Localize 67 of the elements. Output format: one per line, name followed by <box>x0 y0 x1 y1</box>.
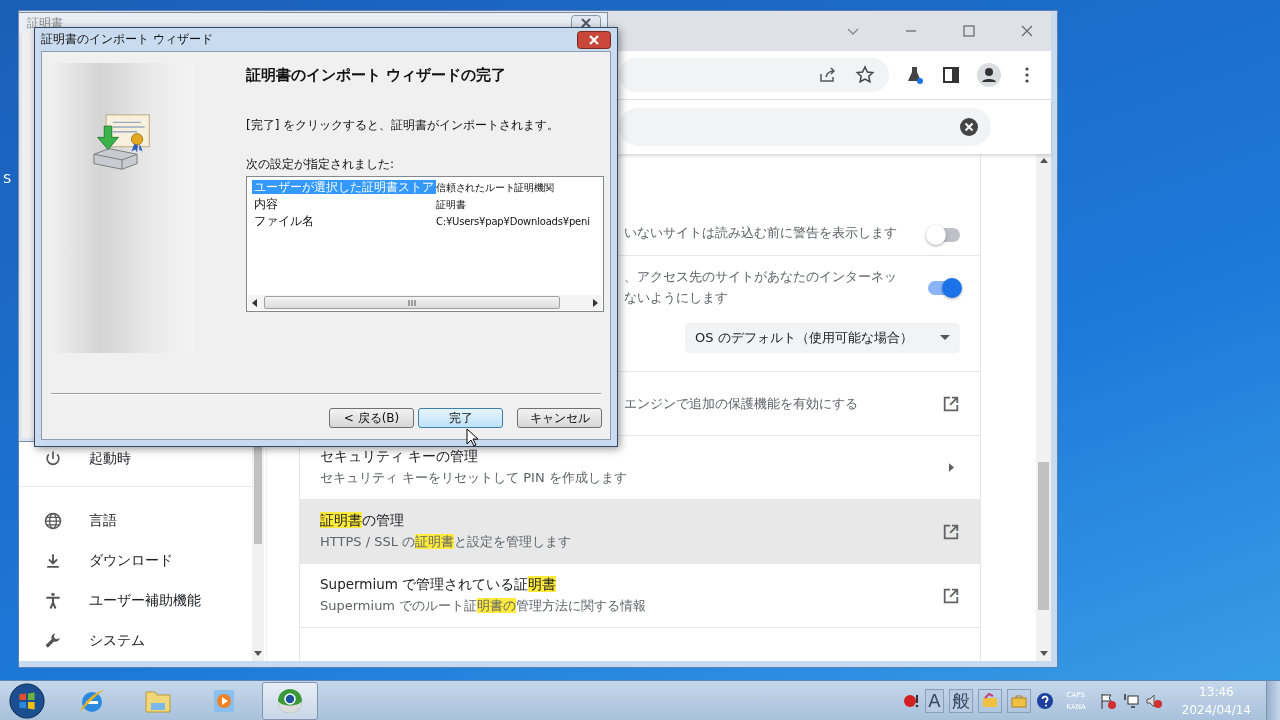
scroll-down-arrow-icon[interactable] <box>1039 651 1048 657</box>
dropdown[interactable]: OS のデフォルト（使用可能な場合） <box>685 323 960 353</box>
chevron-right-icon[interactable] <box>949 463 954 472</box>
share-icon[interactable] <box>817 65 837 85</box>
grip-icon <box>408 298 416 307</box>
close-button[interactable] <box>577 30 611 49</box>
setting-description: いないサイトは読み込む前に警告を表示します <box>624 224 898 242</box>
setting-value: 証明書 <box>436 197 466 212</box>
setting-description: セキュリティ キーをリセットして PIN を作成します <box>320 469 628 487</box>
dialog-button[interactable]: 完了 <box>418 408 503 428</box>
start-button[interactable] <box>8 681 46 720</box>
instruction-text: [完了] をクリックすると、証明書がインポートされます。 <box>246 117 561 134</box>
network-icon[interactable] <box>1121 691 1140 710</box>
external-link-icon[interactable] <box>942 394 960 413</box>
ime-mode-button[interactable]: A <box>925 688 944 713</box>
sidebar-item[interactable]: 起動時 <box>19 439 252 479</box>
dialog-title: 証明書のインポート ウィザード <box>41 31 213 48</box>
close-icon[interactable] <box>1019 23 1035 39</box>
clock-date: 2024/04/14 <box>1181 701 1251 719</box>
setting-description: ないようにします <box>624 289 729 307</box>
globe-icon <box>43 511 63 531</box>
ime-tool-icon[interactable] <box>977 688 1002 713</box>
mouse-pointer-icon <box>466 428 478 447</box>
sidebar-item[interactable]: ダウンロード <box>19 541 252 581</box>
clock-time: 13:46 <box>1199 683 1234 701</box>
flag-error-icon[interactable] <box>1098 691 1117 710</box>
setting-title: セキュリティ キーの管理 <box>320 448 480 466</box>
ime-dictionary-button[interactable]: 般 <box>948 688 973 713</box>
settings-list[interactable]: ユーザーが選択した証明書ストア 信頼されたルート証明機関 内容 証明書 ファイル名 C:¥Users¥pap¥Downloads¥peni <box>246 176 604 312</box>
sidebar-item[interactable]: 言語 <box>19 501 252 541</box>
scroll-thumb[interactable] <box>1038 462 1049 610</box>
search-field[interactable] <box>619 108 991 146</box>
setting-title: 証明書の管理 <box>320 512 405 530</box>
help-icon[interactable] <box>1035 691 1054 710</box>
desktop-icon-label[interactable]: S <box>3 171 12 186</box>
horizontal-scrollbar[interactable] <box>248 295 602 310</box>
scroll-right-arrow-icon[interactable] <box>592 298 598 307</box>
taskbar-app[interactable] <box>262 681 318 720</box>
star-icon[interactable] <box>855 65 875 85</box>
setting-value: 信頼されたルート証明機関 <box>436 180 554 195</box>
scroll-up-arrow-icon[interactable] <box>1039 158 1048 164</box>
toggle-switch[interactable] <box>928 280 960 295</box>
dialog-button[interactable]: < 戻る(B) <box>329 408 414 428</box>
setting-description: 、アクセス先のサイトがあなたのインターネッ <box>624 268 898 286</box>
caret-icon <box>940 335 950 341</box>
scroll-down-arrow-icon[interactable] <box>254 651 262 657</box>
external-link-icon[interactable] <box>942 522 960 541</box>
settings-label: 次の設定が指定されました: <box>246 156 396 173</box>
external-link-icon[interactable] <box>942 586 960 605</box>
toggle-switch[interactable] <box>928 228 960 242</box>
setting-title: Supermium で管理されている証明書 <box>320 576 558 594</box>
setting-value: C:¥Users¥pap¥Downloads¥peni <box>436 216 590 227</box>
profile-avatar-icon[interactable] <box>977 63 1001 87</box>
setting-name[interactable]: ファイル名 <box>252 214 316 228</box>
scroll-thumb[interactable] <box>254 444 262 544</box>
accessibility-icon <box>43 591 63 611</box>
sidebar-item[interactable]: ユーザー補助機能 <box>19 581 252 621</box>
sidebar-item[interactable]: システム <box>19 621 252 661</box>
wizard-heading: 証明書のインポート ウィザードの完了 <box>246 66 508 85</box>
side-panel-icon[interactable] <box>941 65 961 85</box>
setting-description: エンジンで追加の保護機能を有効にする <box>624 394 859 413</box>
page-scrollbar[interactable] <box>1036 154 1051 661</box>
dialog-button[interactable]: キャンセル <box>517 408 602 428</box>
clear-search-icon[interactable] <box>959 117 979 137</box>
setting-name[interactable]: 内容 <box>252 197 280 211</box>
scroll-left-arrow-icon[interactable] <box>252 298 258 307</box>
flask-icon[interactable] <box>905 65 925 85</box>
